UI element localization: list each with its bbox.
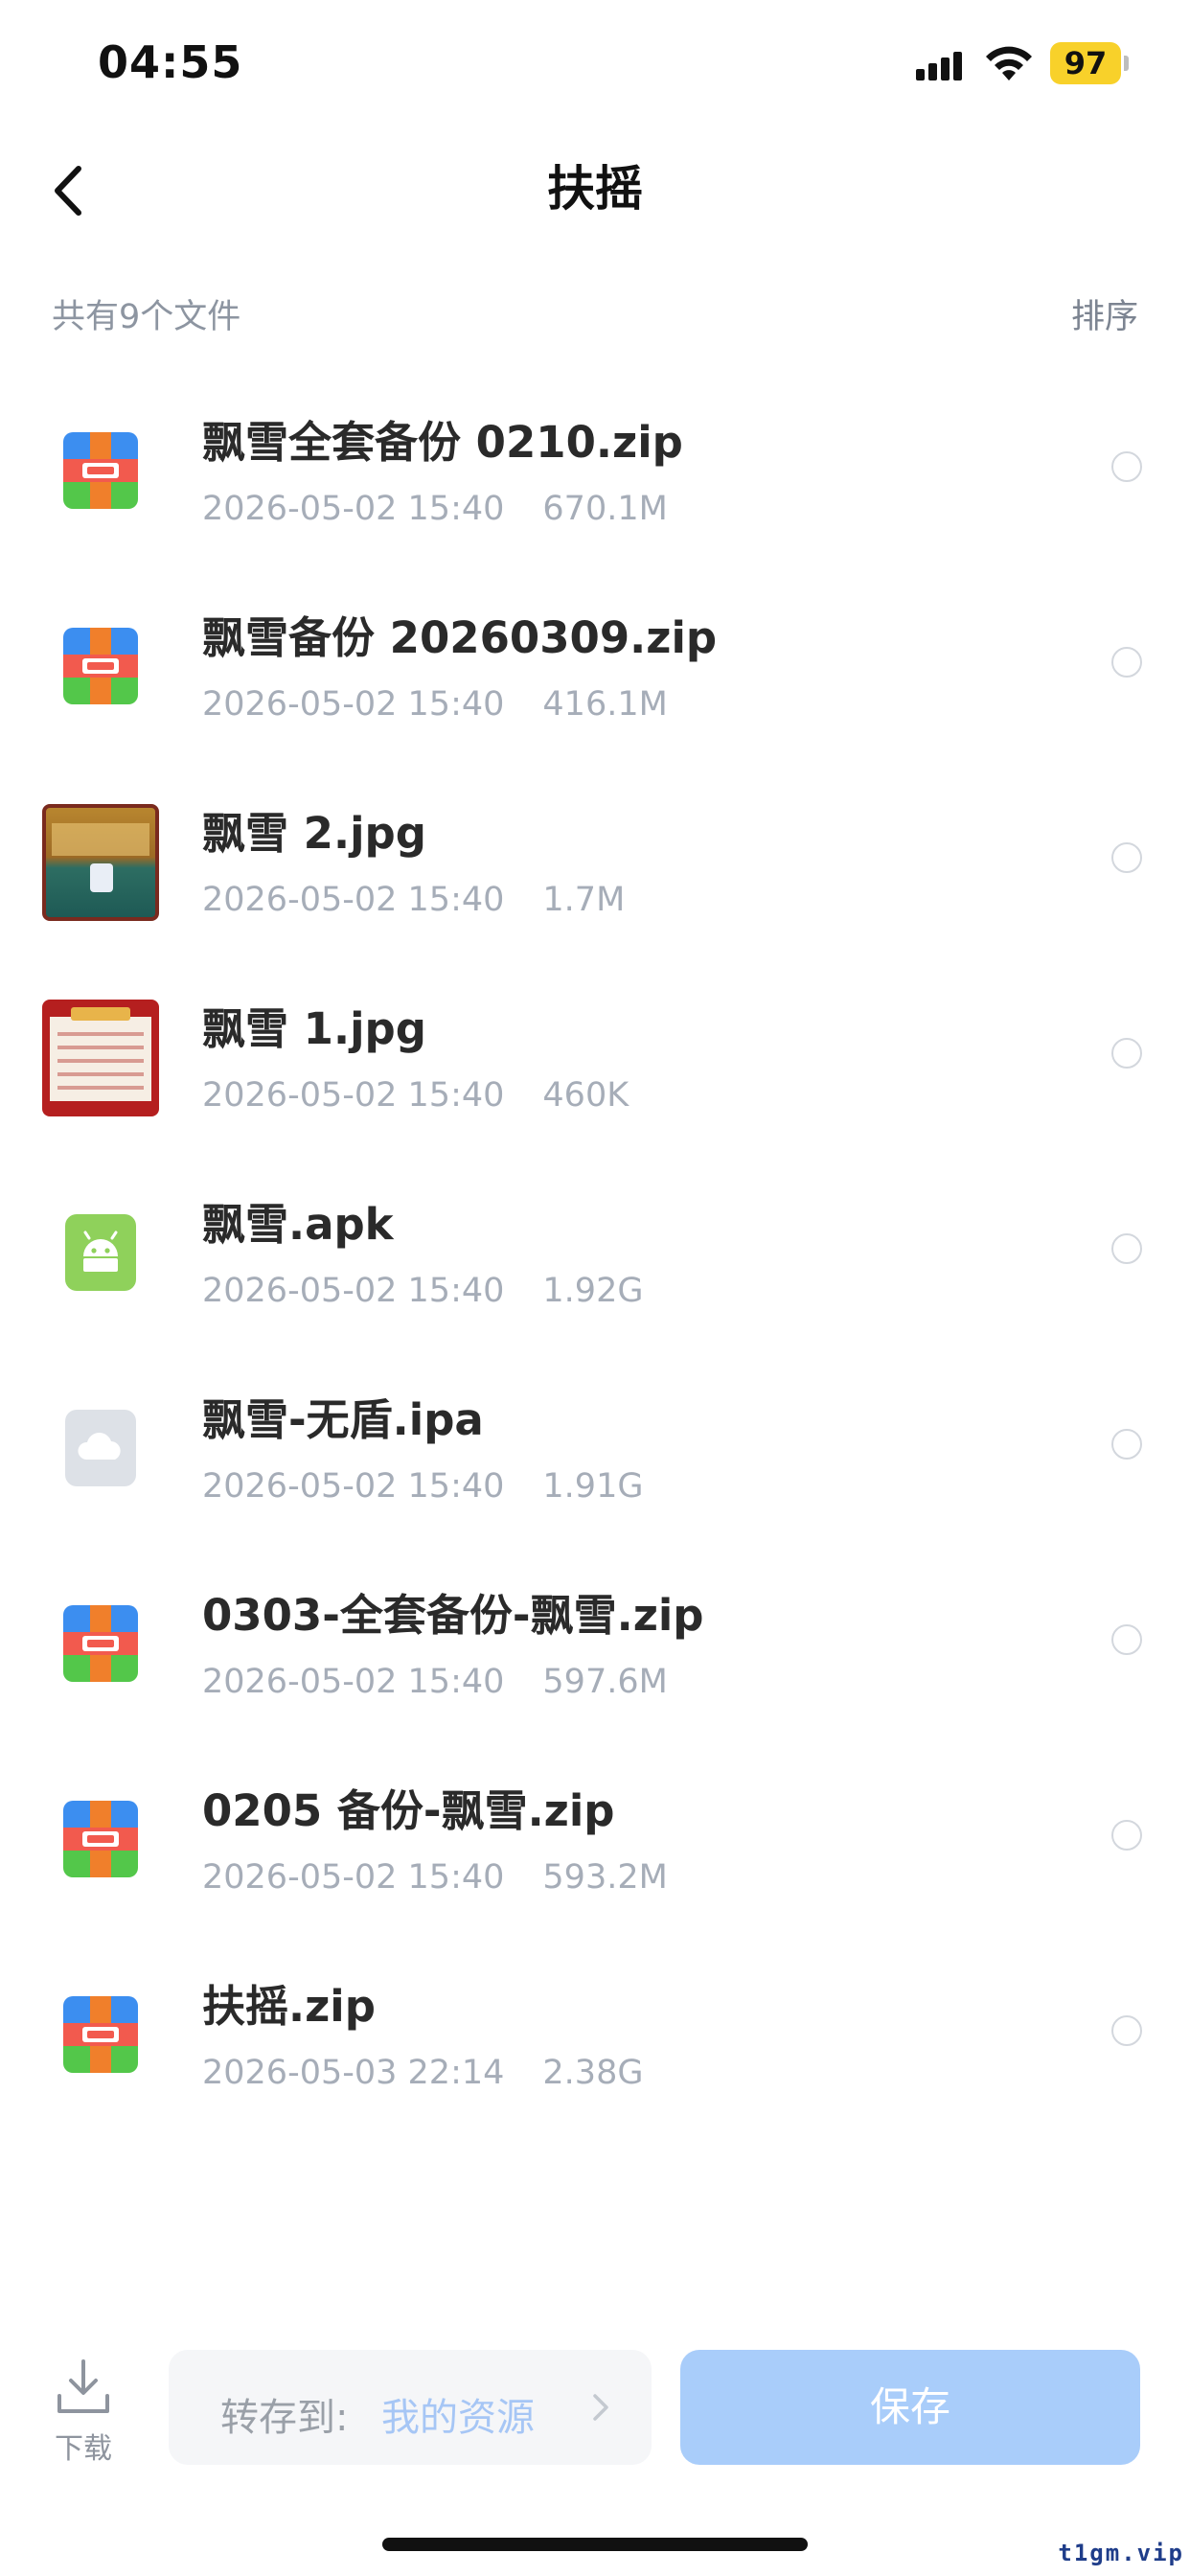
file-date: 2026-05-02 15:40 — [202, 1467, 505, 1506]
file-meta: 2026-05-02 15:40 1.91G — [202, 1467, 643, 1506]
image-thumbnail — [42, 804, 159, 921]
file-name: 飘雪 1.jpg — [202, 1003, 426, 1054]
android-apk-icon — [42, 1195, 159, 1312]
save-button[interactable]: 保存 — [680, 2350, 1140, 2465]
sort-button[interactable]: 排序 — [1071, 289, 1138, 338]
file-size: 1.91G — [542, 1467, 644, 1506]
select-radio[interactable] — [1111, 1820, 1142, 1851]
download-label: 下载 — [55, 2432, 112, 2466]
zip-file-icon — [42, 609, 159, 725]
select-radio[interactable] — [1111, 1429, 1142, 1460]
file-meta: 2026-05-02 15:40 460K — [202, 1076, 629, 1115]
file-date: 2026-05-02 15:40 — [202, 1076, 505, 1115]
file-date: 2026-05-02 15:40 — [202, 685, 505, 724]
file-row[interactable]: 飘雪.apk 2026-05-02 15:40 1.92G — [0, 1151, 1190, 1346]
status-bar: 04:55 97 — [0, 0, 1190, 134]
file-list: 飘雪全套备份 0210.zip 2026-05-02 15:40 670.1M 飘… — [0, 369, 1190, 2128]
select-radio[interactable] — [1111, 451, 1142, 482]
file-row[interactable]: 扶摇.zip 2026-05-03 22:14 2.38G — [0, 1933, 1190, 2128]
file-row[interactable]: 飘雪全套备份 0210.zip 2026-05-02 15:40 670.1M — [0, 369, 1190, 564]
battery-nub — [1124, 56, 1129, 71]
file-size: 1.7M — [542, 881, 626, 919]
save-destination-selector[interactable]: 转存到: 我的资源 — [169, 2350, 652, 2465]
zip-file-icon — [42, 1977, 159, 2094]
download-button[interactable]: 下载 — [50, 2358, 117, 2467]
file-date: 2026-05-02 15:40 — [202, 1272, 505, 1310]
file-meta: 2026-05-02 15:40 1.7M — [202, 881, 625, 919]
home-indicator — [382, 2538, 808, 2551]
zip-file-icon — [42, 1782, 159, 1898]
file-size: 1.92G — [542, 1272, 644, 1310]
cellular-signal-icon — [916, 52, 964, 80]
chevron-right-icon — [593, 2394, 608, 2421]
file-name: 飘雪-无盾.ipa — [202, 1394, 484, 1445]
select-radio[interactable] — [1111, 1624, 1142, 1655]
file-size: 597.6M — [542, 1663, 668, 1701]
file-size: 670.1M — [542, 490, 668, 528]
file-size: 593.2M — [542, 1858, 668, 1897]
file-name: 飘雪全套备份 0210.zip — [202, 417, 683, 468]
file-meta: 2026-05-02 15:40 593.2M — [202, 1858, 668, 1897]
select-radio[interactable] — [1111, 647, 1142, 678]
select-radio[interactable] — [1111, 1233, 1142, 1264]
battery-icon: 97 — [1050, 42, 1121, 84]
save-destination: 我的资源 — [381, 2396, 535, 2440]
file-row[interactable]: 飘雪 1.jpg 2026-05-02 15:40 460K — [0, 955, 1190, 1151]
image-thumbnail — [42, 1000, 159, 1116]
file-size: 2.38G — [542, 2054, 644, 2092]
file-meta: 2026-05-02 15:40 670.1M — [202, 490, 668, 528]
page-title: 扶摇 — [547, 161, 643, 217]
file-date: 2026-05-02 15:40 — [202, 490, 505, 528]
file-date: 2026-05-02 15:40 — [202, 1858, 505, 1897]
file-row[interactable]: 飘雪备份 20260309.zip 2026-05-02 15:40 416.1M — [0, 564, 1190, 760]
zip-file-icon — [42, 413, 159, 530]
wifi-icon — [986, 46, 1032, 80]
file-row[interactable]: 0205 备份-飘雪.zip 2026-05-02 15:40 593.2M — [0, 1737, 1190, 1933]
cloud-file-icon — [42, 1391, 159, 1507]
file-name: 飘雪备份 20260309.zip — [202, 612, 718, 663]
file-meta: 2026-05-03 22:14 2.38G — [202, 2054, 643, 2092]
file-name: 0205 备份-飘雪.zip — [202, 1785, 615, 1836]
file-date: 2026-05-02 15:40 — [202, 1663, 505, 1701]
watermark: t1gm.vip — [1058, 2540, 1184, 2566]
file-name: 扶摇.zip — [202, 1981, 376, 2032]
save-to-label: 转存到: — [220, 2396, 349, 2440]
file-date: 2026-05-03 22:14 — [202, 2054, 505, 2092]
file-name: 飘雪 2.jpg — [202, 808, 426, 859]
file-meta: 2026-05-02 15:40 1.92G — [202, 1272, 643, 1310]
status-time: 04:55 — [98, 36, 243, 88]
file-meta: 2026-05-02 15:40 416.1M — [202, 685, 668, 724]
file-meta: 2026-05-02 15:40 597.6M — [202, 1663, 668, 1701]
zip-file-icon — [42, 1586, 159, 1703]
file-count-summary: 共有9个文件 — [52, 298, 241, 336]
select-radio[interactable] — [1111, 1038, 1142, 1069]
select-radio[interactable] — [1111, 2015, 1142, 2046]
file-name: 飘雪.apk — [202, 1199, 394, 1250]
file-size: 416.1M — [542, 685, 668, 724]
file-date: 2026-05-02 15:40 — [202, 881, 505, 919]
download-icon — [57, 2359, 109, 2413]
file-row[interactable]: 0303-全套备份-飘雪.zip 2026-05-02 15:40 597.6M — [0, 1542, 1190, 1737]
file-size: 460K — [542, 1076, 629, 1115]
select-radio[interactable] — [1111, 842, 1142, 873]
file-row[interactable]: 飘雪 2.jpg 2026-05-02 15:40 1.7M — [0, 760, 1190, 955]
file-row[interactable]: 飘雪-无盾.ipa 2026-05-02 15:40 1.91G — [0, 1346, 1190, 1542]
file-name: 0303-全套备份-飘雪.zip — [202, 1590, 704, 1641]
